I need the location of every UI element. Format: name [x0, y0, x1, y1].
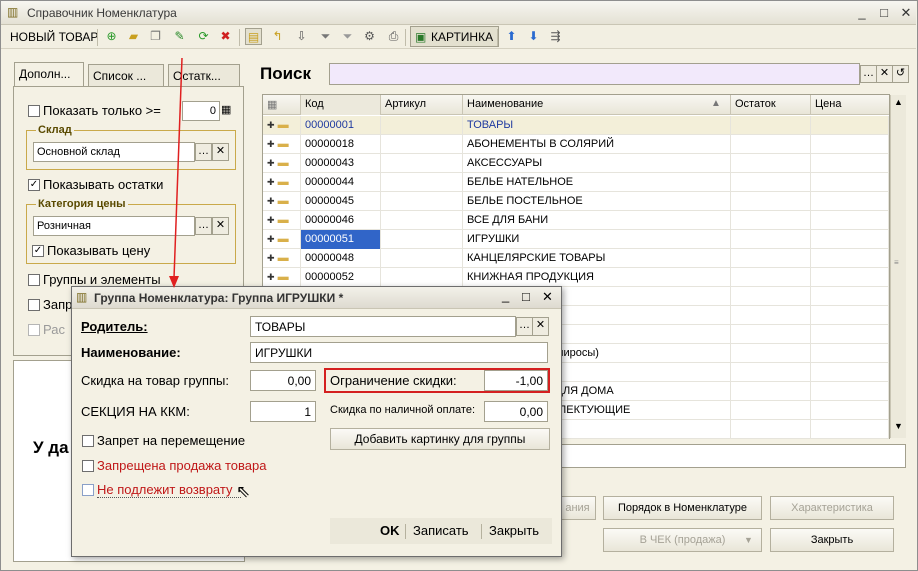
- arrow-line: [173, 57, 183, 279]
- annotation-arrow: [169, 57, 183, 288]
- arrow-head-icon: [169, 276, 179, 288]
